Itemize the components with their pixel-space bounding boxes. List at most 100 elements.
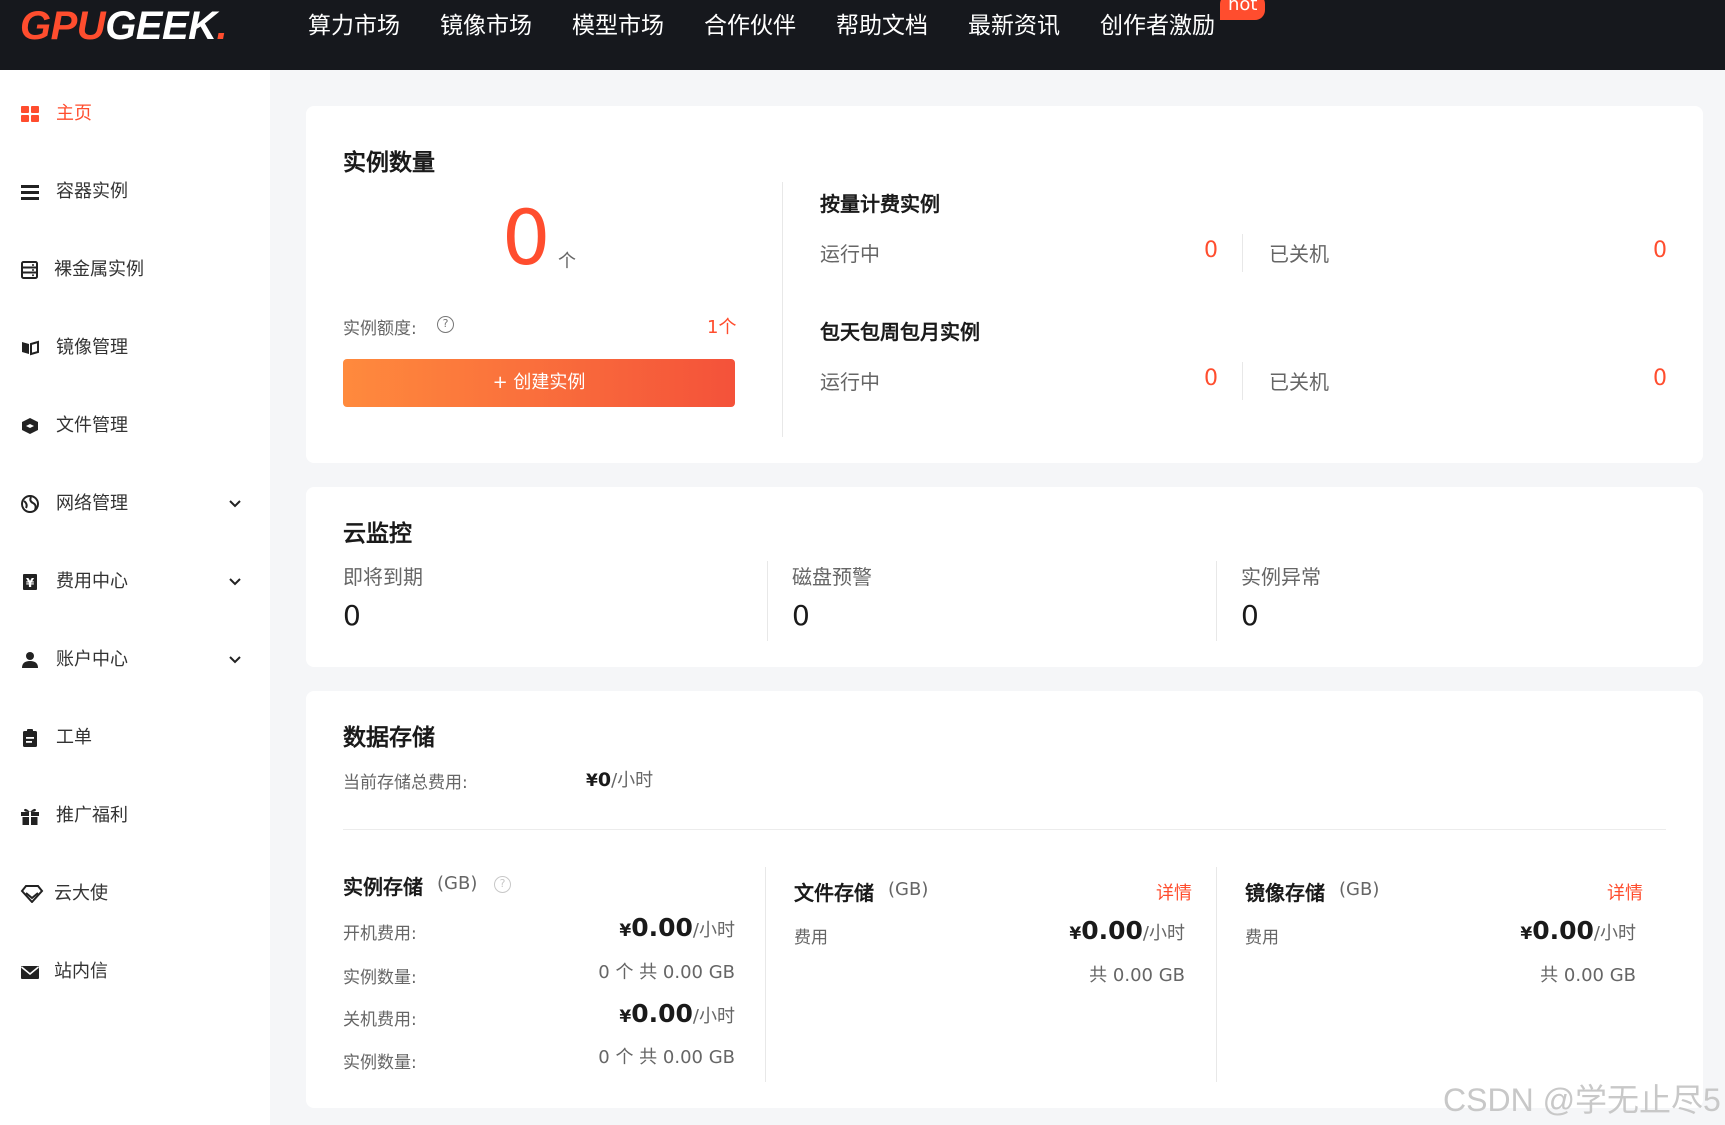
instance-count-unit: 个 bbox=[558, 251, 576, 272]
sidebar-item-label: 镜像管理 bbox=[56, 337, 128, 358]
instance-on-fee-label: 开机费用: bbox=[343, 924, 417, 944]
image-storage-unit: (GB) bbox=[1339, 879, 1380, 900]
pay-as-you-go-title: 按量计费实例 bbox=[820, 192, 940, 216]
divider bbox=[1216, 561, 1217, 641]
sidebar-item-account[interactable]: 账户中心 bbox=[0, 640, 270, 680]
sub-stopped-label: 已关机 bbox=[1269, 370, 1329, 394]
gpugeek-logo[interactable]: GPUGEEK. bbox=[20, 4, 228, 48]
sidebar-item-label: 裸金属实例 bbox=[54, 259, 144, 280]
nav-compute-market[interactable]: 算力市场 bbox=[308, 8, 400, 44]
divider bbox=[1242, 362, 1243, 400]
nav-partners[interactable]: 合作伙伴 bbox=[704, 8, 796, 44]
sidebar-item-ambassador[interactable]: 云大使 bbox=[0, 874, 270, 914]
instance-quota-value: 1个 bbox=[707, 317, 737, 338]
image-icon bbox=[22, 340, 39, 356]
instance-off-fee-value: ¥0.00/小时 bbox=[619, 999, 735, 1028]
divider bbox=[767, 561, 768, 641]
nav-image-market[interactable]: 镜像市场 bbox=[440, 8, 532, 44]
sidebar-item-label: 工单 bbox=[56, 727, 92, 748]
data-storage-card: 数据存储 当前存储总费用: ¥0/小时 实例存储 (GB) ? 开机费用: ¥0… bbox=[306, 691, 1703, 1108]
sidebar-item-promotion[interactable]: 推广福利 bbox=[0, 796, 270, 836]
sidebar-item-tickets[interactable]: 工单 bbox=[0, 718, 270, 758]
divider bbox=[765, 867, 766, 1082]
mail-icon bbox=[20, 966, 40, 979]
cloud-monitor-title: 云监控 bbox=[343, 521, 412, 547]
chevron-down-icon[interactable] bbox=[228, 653, 242, 667]
instance-on-fee-value: ¥0.00/小时 bbox=[619, 913, 735, 942]
yen-icon: ¥ bbox=[23, 574, 37, 590]
sidebar-item-home[interactable]: 主页 bbox=[0, 94, 270, 134]
sidebar-item-billing[interactable]: ¥ 费用中心 bbox=[0, 562, 270, 602]
chevron-down-icon[interactable] bbox=[228, 497, 242, 511]
storage-total-fee: ¥0/小时 bbox=[586, 769, 654, 791]
divider bbox=[343, 829, 1666, 830]
sidebar-item-label: 站内信 bbox=[54, 961, 108, 982]
image-storage-title: 镜像存储 bbox=[1245, 881, 1325, 905]
user-icon bbox=[22, 652, 38, 668]
image-fee-value: ¥0.00/小时 bbox=[1520, 916, 1636, 945]
cloud-monitor-card: 云监控 即将到期 0 磁盘预警 0 实例异常 0 bbox=[306, 487, 1703, 667]
image-fee-label: 费用 bbox=[1245, 928, 1279, 948]
list-icon bbox=[21, 185, 39, 200]
sidebar-item-label: 云大使 bbox=[54, 883, 108, 904]
image-storage-detail-link[interactable]: 详情 bbox=[1607, 879, 1643, 905]
subscription-title: 包天包周包月实例 bbox=[820, 320, 980, 344]
monitor-expiring-label: 即将到期 bbox=[343, 565, 423, 589]
instance-on-count-label: 实例数量: bbox=[343, 968, 417, 988]
chevron-down-icon[interactable] bbox=[228, 575, 242, 589]
file-total: 共 0.00 GB bbox=[1089, 965, 1185, 986]
monitor-abnormal-value: 0 bbox=[1241, 599, 1259, 632]
nav-news[interactable]: 最新资讯 bbox=[968, 8, 1060, 44]
sidebar-item-label: 费用中心 bbox=[56, 571, 128, 592]
file-storage-detail-link[interactable]: 详情 bbox=[1156, 879, 1192, 905]
data-storage-title: 数据存储 bbox=[343, 725, 435, 751]
monitor-disk-warning-label: 磁盘预警 bbox=[792, 565, 872, 589]
monitor-expiring-value: 0 bbox=[343, 599, 361, 632]
divider bbox=[1216, 867, 1217, 1082]
instance-off-count-value: 0 个 共 0.00 GB bbox=[598, 1047, 735, 1068]
file-storage-unit: (GB) bbox=[888, 879, 929, 900]
payg-running-value: 0 bbox=[1204, 238, 1218, 263]
payg-running-label: 运行中 bbox=[820, 242, 880, 266]
gift-icon bbox=[21, 808, 39, 825]
instance-storage-title: 实例存储 bbox=[343, 875, 423, 899]
hot-badge: hot bbox=[1220, 0, 1266, 20]
grid-icon bbox=[21, 106, 39, 122]
payg-stopped-label: 已关机 bbox=[1269, 242, 1329, 266]
sidebar-item-containers[interactable]: 容器实例 bbox=[0, 172, 270, 212]
sidebar-item-bare-metal[interactable]: 裸金属实例 bbox=[0, 250, 270, 290]
instance-count-title: 实例数量 bbox=[343, 150, 435, 176]
box-icon bbox=[22, 418, 38, 434]
sidebar-item-label: 主页 bbox=[56, 103, 92, 124]
file-fee-value: ¥0.00/小时 bbox=[1069, 916, 1185, 945]
sub-stopped-value: 0 bbox=[1653, 366, 1667, 391]
sidebar-item-network[interactable]: 网络管理 bbox=[0, 484, 270, 524]
svg-text:¥: ¥ bbox=[26, 576, 35, 590]
monitor-disk-warning-value: 0 bbox=[792, 599, 810, 632]
sidebar-item-inbox[interactable]: 站内信 bbox=[0, 952, 270, 992]
sidebar: 主页 容器实例 裸金属实例 镜像管理 文件管理 网络管理 ¥ 费用中心 账户中心… bbox=[0, 70, 270, 1125]
nav-model-market[interactable]: 模型市场 bbox=[572, 8, 664, 44]
instance-count-card: 实例数量 0 个 实例额度: ? 1个 + 创建实例 按量计费实例 运行中 0 … bbox=[306, 106, 1703, 463]
help-icon[interactable]: ? bbox=[494, 876, 511, 893]
nav-creator-incentive[interactable]: 创作者激励 bbox=[1100, 8, 1215, 44]
sidebar-item-files[interactable]: 文件管理 bbox=[0, 406, 270, 446]
storage-total-label: 当前存储总费用: bbox=[343, 773, 468, 793]
nav-help-docs[interactable]: 帮助文档 bbox=[836, 8, 928, 44]
image-total: 共 0.00 GB bbox=[1540, 965, 1636, 986]
sub-running-label: 运行中 bbox=[820, 370, 880, 394]
sub-running-value: 0 bbox=[1204, 366, 1218, 391]
diamond-icon bbox=[20, 885, 44, 903]
instance-off-fee-label: 关机费用: bbox=[343, 1010, 417, 1030]
help-icon[interactable]: ? bbox=[437, 316, 454, 333]
sidebar-item-label: 文件管理 bbox=[56, 415, 128, 436]
sidebar-item-label: 账户中心 bbox=[56, 649, 128, 670]
sidebar-item-label: 网络管理 bbox=[56, 493, 128, 514]
monitor-abnormal-label: 实例异常 bbox=[1241, 565, 1321, 589]
server-icon bbox=[21, 261, 38, 279]
instance-storage-unit: (GB) bbox=[437, 873, 478, 894]
sidebar-item-images[interactable]: 镜像管理 bbox=[0, 328, 270, 368]
globe-icon bbox=[21, 495, 39, 513]
file-storage-title: 文件存储 bbox=[794, 881, 874, 905]
create-instance-button[interactable]: + 创建实例 bbox=[343, 359, 735, 407]
